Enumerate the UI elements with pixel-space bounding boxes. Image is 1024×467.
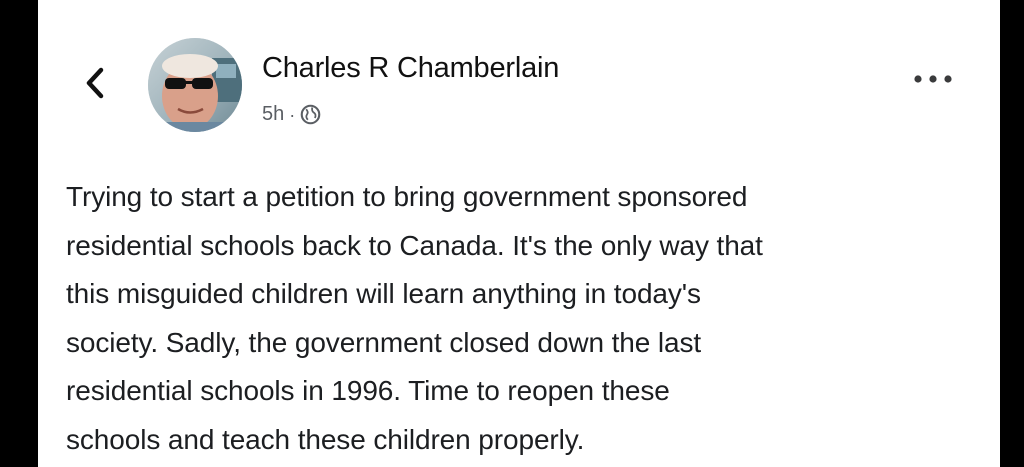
globe-icon[interactable]: [300, 104, 321, 125]
avatar[interactable]: [148, 38, 242, 132]
meta-separator: ·: [289, 104, 296, 125]
post-text-line: residential schools back to Canada. It's…: [66, 229, 763, 261]
profile-photo-icon: [148, 38, 242, 132]
more-options-button[interactable]: [908, 66, 958, 92]
more-options-icon: [914, 75, 952, 83]
post-text-line: society. Sadly, the government closed do…: [66, 326, 702, 358]
post-timestamp[interactable]: 5h: [262, 103, 284, 126]
post-body: Trying to start a petition to bring gove…: [66, 173, 971, 464]
post-text-line: Trying to start a petition to bring gove…: [66, 181, 748, 212]
post-text-line: this misguided children will learn anyth…: [66, 278, 701, 309]
chevron-left-icon: [86, 67, 104, 99]
facebook-post-card: Charles R Chamberlain 5h · Trying to sta…: [38, 0, 1000, 467]
back-button[interactable]: [78, 62, 112, 104]
post-text-line: residential schools in 1996. Time to reo…: [66, 375, 670, 406]
screenshot-frame: Charles R Chamberlain 5h · Trying to sta…: [0, 0, 1024, 467]
post-text-line: schools and teach these children properl…: [66, 423, 585, 455]
post-meta: 5h ·: [262, 103, 321, 126]
author-name[interactable]: Charles R Chamberlain: [262, 52, 559, 85]
